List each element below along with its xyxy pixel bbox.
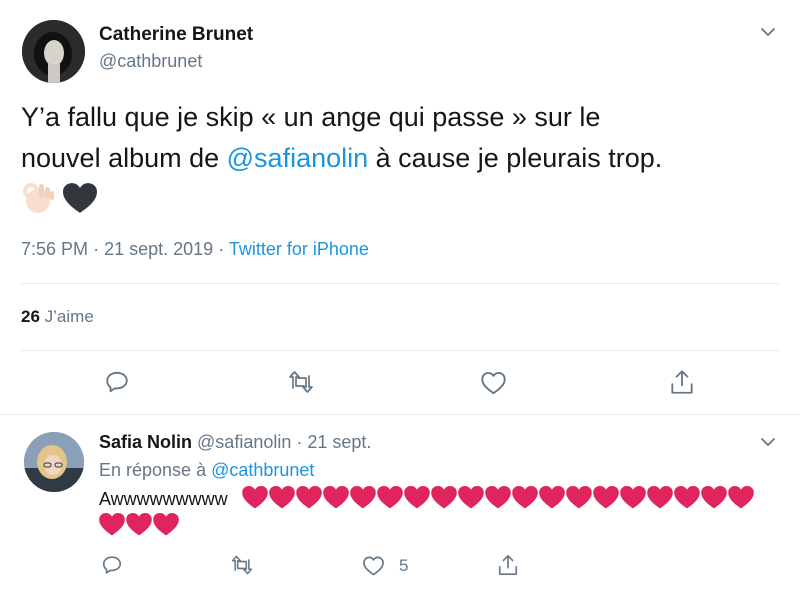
in-reply-to: En réponse à @cathbrunet [99,460,314,481]
red-heart-emoji [700,486,728,513]
reply-icon[interactable] [101,554,123,576]
tweet-date[interactable]: 21 sept. 2019 [104,239,213,259]
reply-date[interactable]: 21 sept. [307,432,371,452]
in-reply-to-label: En réponse à [99,460,207,480]
ok-hand-emoji [21,181,55,220]
tweet-text-prefix: nouvel album de [21,143,227,173]
share-icon[interactable] [669,368,695,396]
share-icon[interactable] [497,553,519,577]
tweet-source-link[interactable]: Twitter for iPhone [229,239,369,259]
reply-header: Safia Nolin @safianolin · 21 sept. [99,432,371,453]
red-heart-emoji [619,486,647,513]
meta-separator: · [296,432,303,452]
heart-emoji-row [99,513,180,536]
likes-count: 26 [21,307,40,326]
reply-text-line-2 [99,513,180,541]
retweet-icon[interactable] [230,554,254,576]
reply-text: Awwwwwwwww [99,489,228,509]
red-heart-emoji [592,486,620,513]
red-heart-emoji [349,486,377,513]
reply-author-name[interactable]: Safia Nolin [99,432,192,452]
red-heart-emoji [126,513,153,540]
reply-avatar[interactable] [24,432,84,492]
reply-text-line-1: Awwwwwwwww [99,486,755,514]
reply-like-count: 5 [399,556,409,575]
red-heart-emoji [376,486,404,513]
author-name[interactable]: Catherine Brunet [99,24,253,46]
red-heart-emoji [268,486,296,513]
red-heart-emoji [727,486,755,513]
black-heart-emoji [63,183,97,220]
heart-emoji-row [241,486,755,509]
in-reply-to-link[interactable]: @cathbrunet [211,460,314,480]
reply-author-handle[interactable]: @safianolin [197,432,291,452]
chevron-down-icon[interactable] [760,26,776,38]
tweet-separator [0,414,800,415]
like-icon[interactable] [362,555,385,576]
red-heart-emoji [403,486,431,513]
red-heart-emoji [295,486,323,513]
likes-label: J’aime [44,307,94,326]
author-handle[interactable]: @cathbrunet [99,51,202,72]
avatar-image [22,20,85,83]
red-heart-emoji [646,486,674,513]
avatar-image [24,432,84,492]
tweet-text-suffix: à cause je pleurais trop. [368,143,663,173]
red-heart-emoji [673,486,701,513]
tweet-text-line-1: Y’a fallu que je skip « un ange qui pass… [21,102,601,132]
mention-link[interactable]: @safianolin [227,143,369,173]
tweet-time[interactable]: 7:56 PM [21,239,88,259]
red-heart-emoji [538,486,566,513]
red-heart-emoji [457,486,485,513]
chevron-down-icon[interactable] [760,436,776,448]
red-heart-emoji [153,513,180,540]
like-icon[interactable] [480,370,507,395]
red-heart-emoji [99,513,126,540]
author-avatar[interactable] [22,20,85,83]
red-heart-emoji [511,486,539,513]
red-heart-emoji [322,486,350,513]
divider [20,283,780,284]
red-heart-emoji [430,486,458,513]
reply-icon[interactable] [104,369,130,395]
meta-separator: · [218,239,225,259]
retweet-icon[interactable] [287,369,315,395]
red-heart-emoji [565,486,593,513]
divider [20,350,780,351]
red-heart-emoji [484,486,512,513]
red-heart-emoji [241,486,269,513]
meta-separator: · [93,239,100,259]
tweet-meta: 7:56 PM · 21 sept. 2019 · Twitter for iP… [21,239,369,260]
tweet-text-line-2: nouvel album de @safianolin à cause je p… [21,143,662,174]
likes-stat[interactable]: 26 J’aime [21,307,94,327]
